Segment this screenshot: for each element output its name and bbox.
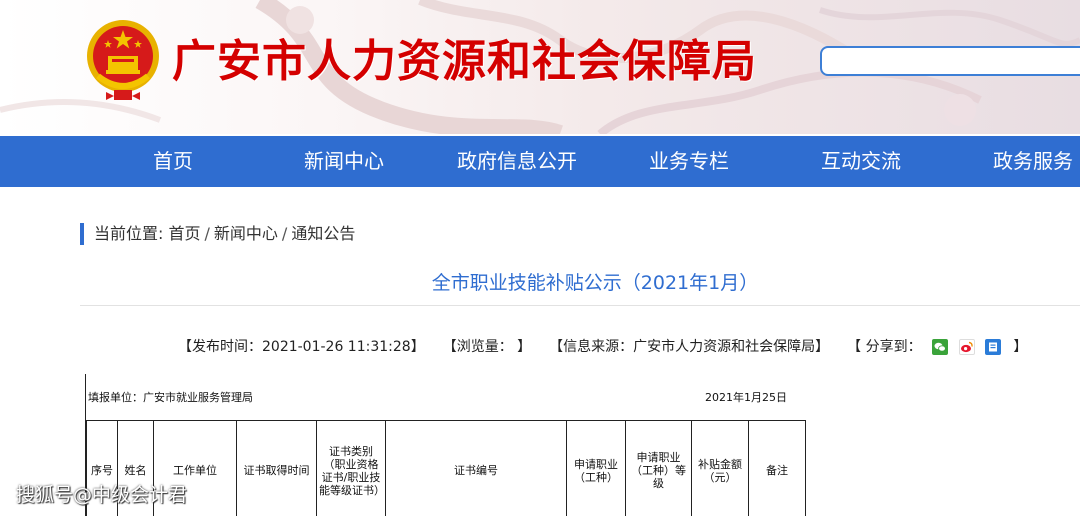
site-title: 广安市人力资源和社会保障局 — [172, 36, 757, 87]
nav-item-news-center[interactable]: 新闻中心 — [304, 136, 384, 187]
watermark-text: 搜狐号@中级会计君 — [16, 484, 188, 506]
national-emblem-icon — [87, 20, 159, 100]
subsidy-table: 序号 姓名 工作单位 证书取得时间 证书类别（职业资格证书/职业技能等级证书） … — [86, 420, 806, 516]
table-header-cell: 证书类别（职业资格证书/职业技能等级证书） — [316, 420, 386, 516]
breadcrumb-separator: / — [281, 224, 288, 243]
table-header-cell: 证书取得时间 — [236, 420, 317, 516]
article-title: 全市职业技能补贴公示（2021年1月） — [431, 272, 759, 294]
nav-item-gov-services[interactable]: 政务服务 — [993, 136, 1073, 187]
breadcrumb-home[interactable]: 首页 — [169, 224, 201, 243]
nav-item-business-column[interactable]: 业务专栏 — [649, 136, 729, 187]
breadcrumb-separator: / — [204, 224, 210, 243]
nav-item-gov-info-disclosure[interactable]: 政府信息公开 — [457, 136, 577, 187]
nav-item-home[interactable]: 首页 — [153, 136, 193, 187]
table-header-cell: 申请职业（工种）等级 — [625, 420, 692, 516]
site-header: 广安市人力资源和社会保障局 — [0, 0, 1080, 134]
breadcrumb-notices[interactable]: 通知公告 — [291, 224, 355, 243]
table-header-cell: 备注 — [748, 420, 806, 516]
breadcrumb-prefix: 当前位置: — [94, 224, 164, 243]
table-header-row: 序号 姓名 工作单位 证书取得时间 证书类别（职业资格证书/职业技能等级证书） … — [86, 420, 806, 516]
publish-time: 【发布时间：2021-01-26 11:31:28】 — [178, 339, 425, 355]
page: { "header": { "site_title": "广安市人力资源和社会保… — [0, 0, 1080, 516]
main-nav: 首页 新闻中心 政府信息公开 业务专栏 互动交流 政务服务 — [0, 136, 1080, 187]
fill-date: 2021年1月25日 — [705, 391, 787, 404]
share-label: 【 分享到： — [847, 339, 922, 355]
table-header-cell: 证书编号 — [385, 420, 567, 516]
breadcrumb: 当前位置: 首页 / 新闻中心 / 通知公告 — [80, 223, 355, 245]
share-end: 】 — [1013, 339, 1028, 355]
title-divider — [80, 305, 1080, 306]
qzone-share-icon[interactable] — [984, 339, 1001, 355]
info-source: 【信息来源：广安市人力资源和社会保障局】 — [549, 339, 830, 355]
view-count: 【浏览量： 】 — [442, 339, 532, 355]
search-input[interactable] — [820, 46, 1080, 76]
table-header-cell: 补贴金额（元） — [691, 420, 749, 516]
fill-unit: 填报单位：广安市就业服务管理局 — [88, 391, 253, 404]
wechat-share-icon[interactable] — [932, 339, 949, 355]
breadcrumb-news-center[interactable]: 新闻中心 — [214, 224, 278, 243]
nav-item-interaction[interactable]: 互动交流 — [821, 136, 901, 187]
article-meta: 【发布时间：2021-01-26 11:31:28】 【浏览量： 】 【信息来源：广… — [178, 337, 1027, 357]
weibo-share-icon[interactable] — [958, 339, 975, 355]
table-header-cell: 申请职业（工种） — [566, 420, 626, 516]
